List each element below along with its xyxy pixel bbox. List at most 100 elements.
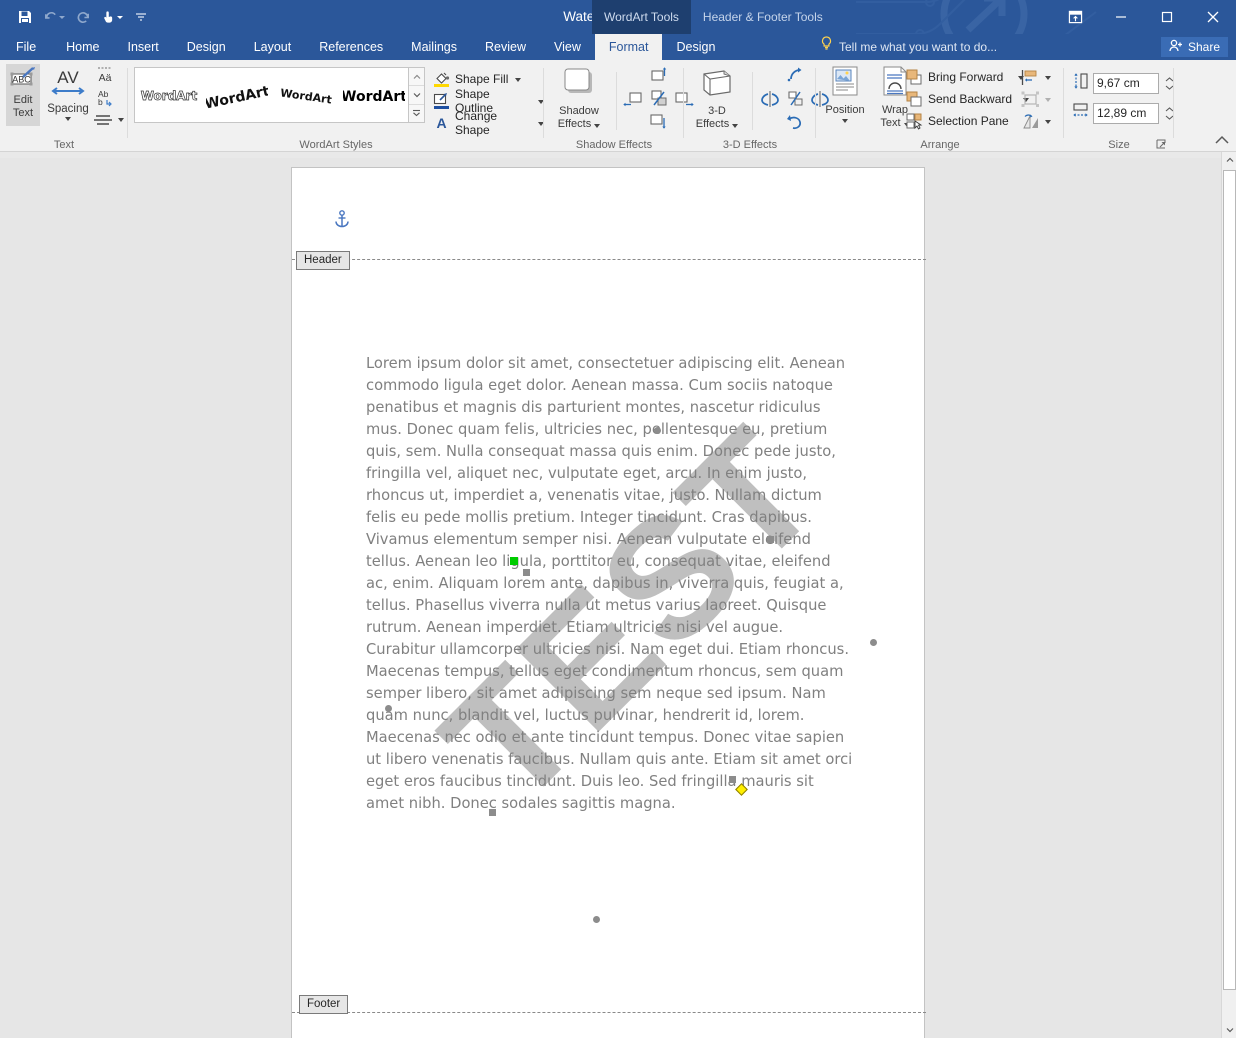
collapse-ribbon-icon[interactable] [1214,133,1230,147]
wordart-style-3[interactable]: WordArt [275,73,337,117]
shape-width-spinner[interactable] [1163,103,1176,124]
rotate-button[interactable] [1021,110,1059,132]
nudge-shadow-left-icon[interactable] [622,88,646,110]
document-page[interactable]: Header TEST Lorem ipsum dolor sit amet, … [291,167,925,1038]
align-dropdown-caret[interactable] [1045,76,1051,80]
tab-references[interactable]: References [305,34,397,60]
size-dialog-launcher-icon[interactable] [1156,138,1168,150]
shape-height-spinner[interactable] [1163,73,1176,94]
share-label: Share [1188,40,1220,54]
vertical-text-icon[interactable]: Abb [92,88,118,108]
tell-me-label: Tell me what you want to do... [839,34,997,60]
selection-handle-corner-tl[interactable] [523,569,530,576]
tab-design-header-footer[interactable]: Design [662,34,729,60]
wordart-alignment-icon[interactable] [92,110,124,130]
send-backward-button[interactable]: Send Backward [906,88,1029,110]
toggle-shadow-icon[interactable] [647,88,671,110]
spacing-button[interactable]: AV Spacing [44,64,92,130]
save-icon[interactable] [12,4,38,30]
wordart-style-4[interactable]: WordArt [343,73,405,117]
shadow-effects-icon [560,66,598,105]
gallery-more-icon[interactable] [409,105,424,122]
tilt-up-icon[interactable] [783,64,807,86]
tab-review[interactable]: Review [471,34,540,60]
selection-handle-corner-bl[interactable] [489,809,496,816]
tell-me-search[interactable]: Tell me what you want to do... [820,34,997,60]
selection-handle-corner-br[interactable] [729,776,736,783]
shape-fill-dropdown-caret[interactable] [515,78,521,82]
change-shape-button[interactable]: A Change Shape [433,112,544,133]
nudge-shadow-up-icon[interactable] [647,64,671,86]
share-button[interactable]: Share [1161,37,1228,57]
customize-qat-icon[interactable] [128,4,154,30]
group-label-wordart-styles: WordArt Styles [128,139,544,151]
selection-handle-right[interactable] [870,639,877,646]
nudge-shadow-down-icon[interactable] [647,112,671,134]
bring-forward-button[interactable]: Bring Forward [906,66,1024,88]
wordart-style-2[interactable]: WordArt [206,73,268,117]
even-height-icon[interactable]: Aä [92,66,118,86]
shape-height-input[interactable]: 9,67 cm [1093,73,1159,94]
undo-dropdown-caret[interactable] [59,16,65,19]
ribbon-group-3d-effects: 3-D Effects [684,60,816,152]
header-tag[interactable]: Header [296,251,350,270]
tab-layout[interactable]: Layout [240,34,306,60]
vertical-scrollbar[interactable] [1221,152,1236,1038]
close-icon[interactable] [1190,0,1236,34]
scrollbar-thumb[interactable] [1223,170,1236,990]
tab-home[interactable]: Home [52,34,113,60]
rotate-dropdown-caret[interactable] [1045,120,1051,124]
position-dropdown-caret[interactable] [842,119,848,123]
touch-mouse-mode-icon[interactable] [99,4,125,30]
document-canvas[interactable]: Header TEST Lorem ipsum dolor sit amet, … [0,158,1221,1038]
selection-handle-left[interactable] [385,705,392,712]
wordart-style-1[interactable]: WordArt [138,73,200,117]
tab-file[interactable]: File [0,34,52,60]
tab-format[interactable]: Format [595,34,663,60]
3d-effects-button[interactable]: 3-D Effects [686,62,748,138]
shape-width-input[interactable]: 12,89 cm [1093,103,1159,124]
rotation-handle[interactable] [510,557,518,565]
tilt-down-icon[interactable] [783,112,807,134]
undo-icon[interactable] [41,4,67,30]
wordart-style-gallery[interactable]: WordArt WordArt WordArt WordArt [134,67,409,123]
ribbon-display-options-icon[interactable] [1052,0,1098,34]
align-button[interactable] [1021,66,1059,88]
wordart-gallery-scroll[interactable] [409,67,425,123]
gallery-scroll-up-icon[interactable] [409,68,424,86]
ribbon-group-wordart-styles: WordArt WordArt WordArt WordArt [128,60,544,152]
tab-view[interactable]: View [540,34,595,60]
3d-effects-dropdown-caret[interactable] [732,124,738,128]
selection-handle-corner-tr[interactable] [767,536,774,543]
toggle-3d-icon[interactable] [783,88,807,110]
scroll-down-icon[interactable] [1222,1022,1236,1038]
group-dropdown-caret[interactable] [1045,98,1051,102]
spacing-dropdown-caret[interactable] [65,117,71,121]
redo-icon[interactable] [70,4,96,30]
shape-fill-color-bar [434,84,449,87]
group-button[interactable] [1021,88,1059,110]
shadow-effects-button[interactable]: Shadow Effects [548,62,610,138]
alignment-dropdown-caret[interactable] [118,118,124,122]
minimize-icon[interactable] [1098,0,1144,34]
selection-handle-top[interactable] [654,427,661,434]
edit-text-icon: ABC [9,67,37,94]
contextual-title-header-footer-tools: Header & Footer Tools [691,0,835,34]
footer-tag[interactable]: Footer [299,995,348,1014]
gallery-scroll-down-icon[interactable] [409,86,424,104]
3d-effects-label-1: 3-D [708,105,726,118]
document-body-text[interactable]: Lorem ipsum dolor sit amet, consectetuer… [366,353,856,815]
position-button[interactable]: Position [822,62,868,138]
shadow-effects-dropdown-caret[interactable] [594,124,600,128]
selection-pane-button[interactable]: Selection Pane [906,110,1009,132]
wordart-style-3-text: WordArt [279,86,332,106]
tab-mailings[interactable]: Mailings [397,34,471,60]
edit-text-button[interactable]: ABC Edit Text [6,64,40,126]
tab-design[interactable]: Design [173,34,240,60]
touch-mode-dropdown-caret[interactable] [117,16,123,19]
selection-handle-bottom[interactable] [593,916,600,923]
tab-insert[interactable]: Insert [114,34,173,60]
restore-icon[interactable] [1144,0,1190,34]
scroll-up-icon[interactable] [1222,152,1236,168]
tilt-left-icon[interactable] [758,88,782,110]
